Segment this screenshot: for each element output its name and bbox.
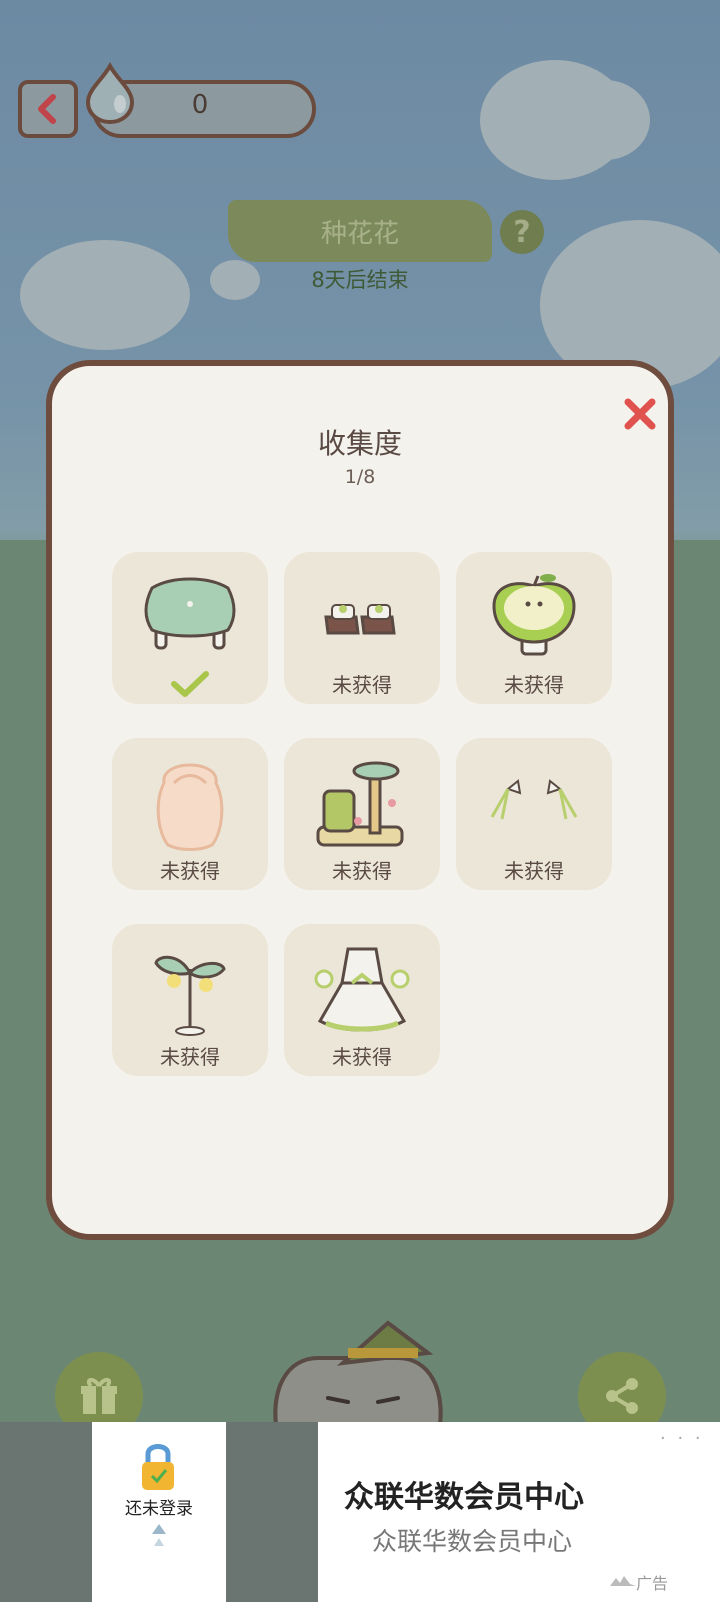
water-drop-icon — [85, 62, 135, 124]
item-status: 未获得 — [160, 1045, 220, 1069]
ad-login-text: 还未登录 — [125, 1499, 193, 1519]
collection-item[interactable]: 未获得 — [456, 738, 612, 890]
ad-banner[interactable]: 还未登录 众联华数会员中心 众联华数会员中心 · · · 广告 — [0, 1422, 720, 1602]
water-count: 0 — [191, 90, 209, 120]
item-status: 未获得 — [332, 673, 392, 697]
ad-label: 广告 — [636, 1574, 669, 1593]
modal-title: 收集度 — [317, 427, 402, 460]
mint-cushion-stool-icon — [144, 577, 236, 650]
ad-title: 众联华数会员中心 — [344, 1480, 584, 1515]
lock-icon — [142, 1444, 174, 1490]
cat-tree-icon — [316, 761, 404, 847]
collection-item[interactable]: 未获得 — [112, 924, 268, 1076]
ad-subtitle: 众联华数会员中心 — [372, 1527, 573, 1556]
flower-dress-icon — [314, 947, 410, 1032]
help-button[interactable]: ? — [500, 210, 544, 254]
ad-network-icon — [610, 1576, 636, 1586]
cat-character — [273, 1320, 443, 1438]
event-title: 种花花 — [320, 218, 399, 249]
checkmark-icon — [171, 671, 209, 697]
sprout-lamp-icon — [154, 955, 226, 1036]
more-options-icon[interactable]: · · · — [660, 1428, 704, 1449]
collection-item[interactable]: 未获得 — [284, 924, 440, 1076]
collection-progress: 1/8 — [344, 466, 376, 488]
ad-login-card[interactable]: 还未登录 — [92, 1422, 226, 1602]
item-status: 未获得 — [332, 1045, 392, 1069]
item-status: 未获得 — [504, 673, 564, 697]
item-status: 未获得 — [160, 859, 220, 883]
event-countdown: 8天后结束 — [311, 268, 409, 292]
collection-item[interactable]: 未获得 — [284, 552, 440, 704]
item-status: 未获得 — [332, 859, 392, 883]
apple-chair-icon — [492, 574, 576, 656]
share-icon — [606, 1378, 638, 1414]
arrow-up-icon — [152, 1524, 166, 1546]
event-title-banner: 种花花 — [228, 200, 492, 262]
question-icon: ? — [513, 214, 531, 250]
chevron-left-icon — [38, 94, 56, 124]
collection-grid: 未获得 未获得 未获得 未获得 未获得 未获得 未获得 — [112, 552, 614, 1076]
collection-modal: 收集度 1/8 未获得 未获得 未获得 未获得 未获得 未获得 未获得 — [46, 360, 674, 1240]
collection-item[interactable]: 未获得 — [112, 738, 268, 890]
collection-item[interactable]: 未获得 — [456, 552, 612, 704]
collection-item[interactable]: 未获得 — [284, 738, 440, 890]
curly-wig-icon — [156, 763, 224, 851]
back-button[interactable] — [18, 80, 78, 138]
collection-item[interactable] — [112, 552, 268, 704]
gift-icon — [81, 1378, 117, 1414]
slippers-icon — [324, 604, 396, 635]
item-status: 未获得 — [504, 859, 564, 883]
ribbon-bows-icon — [490, 779, 578, 820]
